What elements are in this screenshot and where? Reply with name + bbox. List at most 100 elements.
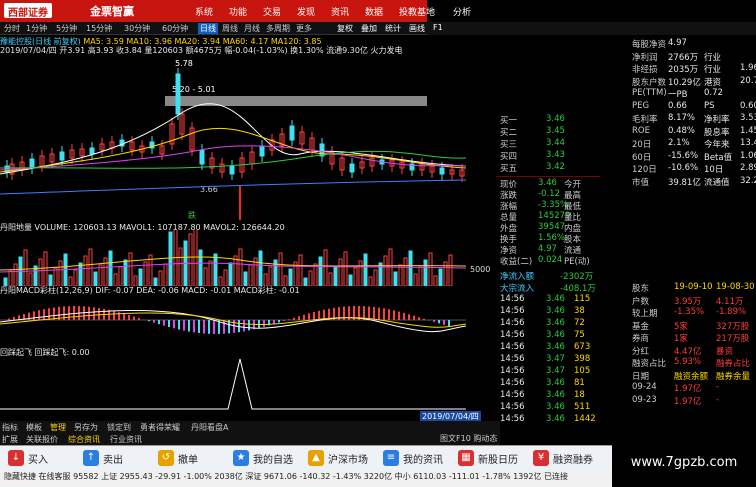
f10x-7-2: 融券余量 <box>716 371 751 382</box>
period-tab-7[interactable]: 周线 <box>220 23 240 34</box>
action-2[interactable]: ↺ 撤单 <box>158 448 198 468</box>
vol-bar-8 <box>43 251 48 286</box>
f10-6-3: 3.53 <box>740 113 756 123</box>
f10x-9-2: - <box>716 394 720 405</box>
period-tab-10[interactable]: 更多 <box>294 23 314 34</box>
candle-45 <box>439 167 445 175</box>
indicator-tab-6[interactable]: 丹阳看盘A <box>191 422 228 433</box>
info-tab-3[interactable]: 行业资讯 <box>110 434 142 445</box>
menu-0[interactable]: 系统 <box>195 5 213 18</box>
vol-bar-39 <box>198 249 203 286</box>
info-tab-1[interactable]: 关联报价 <box>26 434 58 445</box>
f10-5-0: PEG <box>632 100 650 111</box>
f10-3-3: 20.76 <box>740 75 756 86</box>
period-tab-4[interactable]: 30分钟 <box>122 23 152 34</box>
volume-chart[interactable] <box>0 230 466 286</box>
period-tab-9[interactable]: 多周期 <box>264 23 292 34</box>
action-4[interactable]: ▲ 沪深市场 <box>308 448 368 468</box>
action-1[interactable]: ↑ 卖出 <box>83 448 123 468</box>
indicator-tab-1[interactable]: 模板 <box>26 422 42 433</box>
ma-line-4 <box>0 179 466 195</box>
vol-bar-40 <box>203 267 208 286</box>
flow-val-0: -2302万 <box>560 272 594 282</box>
vol-bar-20 <box>103 257 108 286</box>
chart-tool-4[interactable]: F1 <box>431 23 445 32</box>
period-tab-1[interactable]: 1分钟 <box>24 23 49 34</box>
f10x-3-0: 基金 <box>632 321 650 332</box>
macd-chart[interactable] <box>0 292 466 346</box>
f10x-4-0: 券商 <box>632 334 650 344</box>
vol-bar-86 <box>433 275 438 286</box>
action-label-4: 沪深市场 <box>328 454 368 466</box>
vol-bar-32 <box>163 263 168 286</box>
f10-7-2: 股息率 <box>704 127 730 138</box>
f10-label[interactable]: 图文F10 购动态 <box>440 433 497 444</box>
indicator-tab-2[interactable]: 管理 <box>50 422 66 433</box>
menu-3[interactable]: 发现 <box>297 5 315 18</box>
ask-label-0: 买一 <box>500 116 518 126</box>
f10-9-0: 60日 <box>632 152 652 163</box>
vol-bar-47 <box>238 248 243 286</box>
f10x-4-1: 1家 <box>674 334 688 344</box>
candle-24 <box>229 165 235 175</box>
vol-bar-24 <box>123 259 128 286</box>
status-bar: 隐藏快捷 在线客服 95582 上证 2955.43 -29.91 -1.00%… <box>0 471 612 487</box>
action-6[interactable]: ▦ 新股日历 <box>458 448 518 468</box>
menu-1[interactable]: 功能 <box>229 5 247 18</box>
action-icon-2: ↺ <box>158 450 174 466</box>
chart-tool-3[interactable]: 画线 <box>407 23 427 34</box>
kline-chart[interactable]: 5.785.20 - 5.013.66跌 <box>0 54 466 220</box>
vol-bar-7 <box>38 258 43 286</box>
f10-6-1: 8.17% <box>668 113 696 123</box>
f10-1-2: 行业 <box>704 52 722 63</box>
indicator-tab-4[interactable]: 锁定到 <box>107 422 131 433</box>
period-tab-2[interactable]: 5分钟 <box>54 23 79 34</box>
hf-chart[interactable] <box>0 355 466 412</box>
vol-bar-14 <box>73 269 78 286</box>
info-tab-2[interactable]: 综合资讯 <box>68 434 100 445</box>
action-0[interactable]: ↓ 买入 <box>8 448 48 468</box>
f10x-1-0: 户数 <box>632 296 650 307</box>
vol-bar-82 <box>413 273 418 286</box>
menu-4[interactable]: 资讯 <box>331 5 349 18</box>
f10-10-0: 120日 <box>632 165 657 175</box>
period-tab-5[interactable]: 60分钟 <box>160 23 190 34</box>
f10-6-0: 毛利率 <box>632 115 658 125</box>
tick-vol-5: 398 <box>574 354 591 364</box>
f10-7-3: 1.45% <box>740 125 756 136</box>
chart-tool-1[interactable]: 叠加 <box>359 23 379 34</box>
indicator-tab-5[interactable]: 勇者得荣耀 <box>140 422 180 433</box>
stat-v1-6: 4.97 <box>538 244 557 254</box>
ask-label-1: 买二 <box>500 128 518 138</box>
f10x-2-2: -1.89% <box>716 307 747 317</box>
vol-bar-11 <box>58 260 63 286</box>
f10x-4-2: 217万股 <box>716 334 750 344</box>
action-5[interactable]: ≡ 我的资讯 <box>383 448 443 468</box>
vol-bar-72 <box>363 253 368 286</box>
menu-6[interactable]: 投教基地 <box>399 5 435 18</box>
menu-5[interactable]: 数据 <box>365 5 383 18</box>
vol-bar-64 <box>323 249 328 286</box>
indicator-tab-3[interactable]: 另存为 <box>74 422 98 433</box>
flow-val-1: -408.1万 <box>560 284 596 294</box>
period-tab-8[interactable]: 月线 <box>242 23 262 34</box>
f10x-7-0: 日期 <box>632 371 650 382</box>
period-tab-6[interactable]: 日线 <box>198 23 218 34</box>
vol-bar-85 <box>428 252 433 286</box>
vol-bar-27 <box>138 268 143 286</box>
action-3[interactable]: ★ 我的自选 <box>233 448 293 468</box>
chart-tool-2[interactable]: 统计 <box>383 23 403 34</box>
info-tab-0[interactable]: 扩展 <box>2 434 18 445</box>
action-7[interactable]: ¥ 融资融券 <box>533 448 593 468</box>
vol-bar-33 <box>168 231 173 286</box>
menu-7[interactable]: 分析 <box>453 5 471 18</box>
tick-time-5: 14:56 <box>500 354 525 364</box>
indicator-tab-0[interactable]: 指标 <box>2 422 18 433</box>
chart-tool-0[interactable]: 复权 <box>335 23 355 34</box>
ad-banner[interactable]: www.7gpzb.com <box>612 435 756 487</box>
candle-21 <box>199 149 205 165</box>
period-tab-0[interactable]: 分时 <box>2 23 22 34</box>
menu-2[interactable]: 交易 <box>263 5 281 18</box>
period-tab-3[interactable]: 15分钟 <box>84 23 114 34</box>
tick-price-5: 3.47 <box>546 354 565 364</box>
